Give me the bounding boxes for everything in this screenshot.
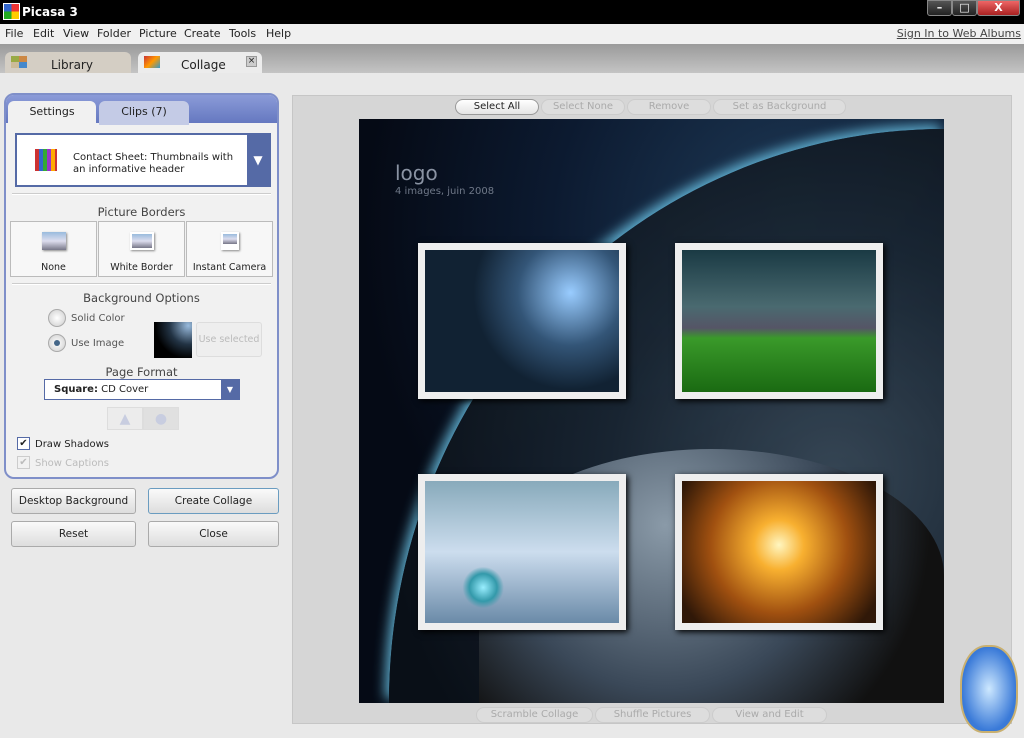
- desktop-background-button[interactable]: Desktop Background: [11, 488, 136, 514]
- page-format-dropdown[interactable]: Square: CD Cover ▼: [44, 379, 240, 400]
- collage-photo-4[interactable]: [675, 474, 883, 630]
- scramble-collage-button[interactable]: Scramble Collage: [476, 707, 593, 723]
- picture-icon: [221, 232, 239, 250]
- library-icon: [11, 56, 27, 68]
- picture-icon: [42, 232, 66, 250]
- option-label: None: [41, 262, 66, 273]
- background-thumbnail: [154, 322, 192, 358]
- menu-edit[interactable]: Edit: [33, 27, 54, 40]
- border-white-option[interactable]: White Border: [98, 221, 185, 277]
- chevron-down-icon[interactable]: ▼: [221, 380, 239, 399]
- radio-dot: [54, 340, 60, 346]
- collage-subtitle: 4 images, juin 2008: [395, 186, 495, 197]
- collage-icon: [144, 56, 160, 68]
- menu-tools[interactable]: Tools: [229, 27, 256, 40]
- window-title: Picasa 3: [22, 5, 78, 19]
- close-button[interactable]: Close: [148, 521, 279, 547]
- shuffle-pictures-button[interactable]: Shuffle Pictures: [595, 707, 710, 723]
- reset-button[interactable]: Reset: [11, 521, 136, 547]
- collage-photo-3[interactable]: [418, 474, 626, 630]
- use-image-radio[interactable]: [48, 334, 66, 352]
- calligraphy-badge-logo: [960, 645, 1018, 733]
- menu-bar: File Edit View Folder Picture Create Too…: [0, 24, 1024, 44]
- use-image-label: Use Image: [71, 338, 125, 349]
- tab-label: Library: [51, 58, 93, 72]
- title-bar: Picasa 3 – □ X: [0, 0, 1024, 24]
- sign-in-link[interactable]: Sign In to Web Albums: [897, 27, 1021, 40]
- menu-create[interactable]: Create: [184, 27, 221, 40]
- menu-file[interactable]: File: [5, 27, 23, 40]
- select-none-button[interactable]: Select None: [541, 99, 625, 115]
- menu-picture[interactable]: Picture: [139, 27, 177, 40]
- show-captions-label: Show Captions: [35, 458, 109, 469]
- minimize-button[interactable]: –: [927, 0, 952, 16]
- close-window-button[interactable]: X: [977, 0, 1020, 16]
- portrait-orientation-icon[interactable]: ●: [143, 407, 179, 430]
- collage-type-dropdown[interactable]: Contact Sheet: Thumbnails with an inform…: [15, 133, 271, 187]
- photo-image: [682, 250, 876, 392]
- format-type: Square:: [54, 384, 98, 395]
- collage-title: logo: [395, 161, 438, 185]
- divider: [12, 283, 271, 285]
- photo-image: [425, 481, 619, 623]
- tab-settings[interactable]: Settings: [8, 101, 96, 125]
- format-value: CD Cover: [101, 384, 149, 395]
- collage-photo-1[interactable]: [418, 243, 626, 399]
- tab-library[interactable]: Library: [5, 52, 131, 73]
- menu-folder[interactable]: Folder: [97, 27, 131, 40]
- photo-image: [425, 250, 619, 392]
- draw-shadows-label: Draw Shadows: [35, 439, 109, 450]
- show-captions-checkbox[interactable]: ✔: [17, 456, 30, 469]
- tab-strip: Library Collage ×: [0, 44, 1024, 73]
- view-and-edit-button[interactable]: View and Edit: [712, 707, 827, 723]
- background-options-heading: Background Options: [83, 291, 200, 305]
- page-format-heading: Page Format: [105, 365, 178, 379]
- menu-view[interactable]: View: [63, 27, 89, 40]
- photo-image: [682, 481, 876, 623]
- menu-help[interactable]: Help: [266, 27, 291, 40]
- use-selected-button[interactable]: Use selected: [196, 322, 262, 357]
- tab-collage[interactable]: Collage ×: [138, 52, 262, 73]
- maximize-button[interactable]: □: [952, 0, 977, 16]
- border-none-option[interactable]: None: [10, 221, 97, 277]
- select-all-button[interactable]: Select All: [455, 99, 539, 115]
- chevron-down-icon[interactable]: ▼: [247, 135, 269, 185]
- divider: [12, 193, 271, 195]
- tab-clips[interactable]: Clips (7): [99, 101, 189, 125]
- settings-panel: Settings Clips (7) Contact Sheet: Thumbn…: [4, 93, 279, 479]
- set-as-background-button[interactable]: Set as Background: [713, 99, 846, 115]
- landscape-orientation-icon[interactable]: ▲: [107, 407, 143, 430]
- tab-label: Collage: [181, 58, 226, 72]
- close-tab-icon[interactable]: ×: [246, 56, 257, 67]
- contact-sheet-icon: [35, 149, 57, 171]
- option-label: Instant Camera: [192, 262, 267, 273]
- collage-type-label: Contact Sheet: Thumbnails with an inform…: [73, 152, 234, 175]
- solid-color-label: Solid Color: [71, 313, 125, 324]
- remove-button[interactable]: Remove: [627, 99, 711, 115]
- border-instant-camera-option[interactable]: Instant Camera: [186, 221, 273, 277]
- collage-photo-2[interactable]: [675, 243, 883, 399]
- draw-shadows-checkbox[interactable]: ✔: [17, 437, 30, 450]
- picasa-logo-icon: [3, 3, 20, 20]
- picture-borders-heading: Picture Borders: [97, 205, 186, 219]
- collage-canvas[interactable]: logo 4 images, juin 2008: [359, 119, 944, 703]
- option-label: White Border: [110, 262, 173, 273]
- create-collage-button[interactable]: Create Collage: [148, 488, 279, 514]
- picture-icon: [130, 232, 154, 250]
- solid-color-radio[interactable]: [48, 309, 66, 327]
